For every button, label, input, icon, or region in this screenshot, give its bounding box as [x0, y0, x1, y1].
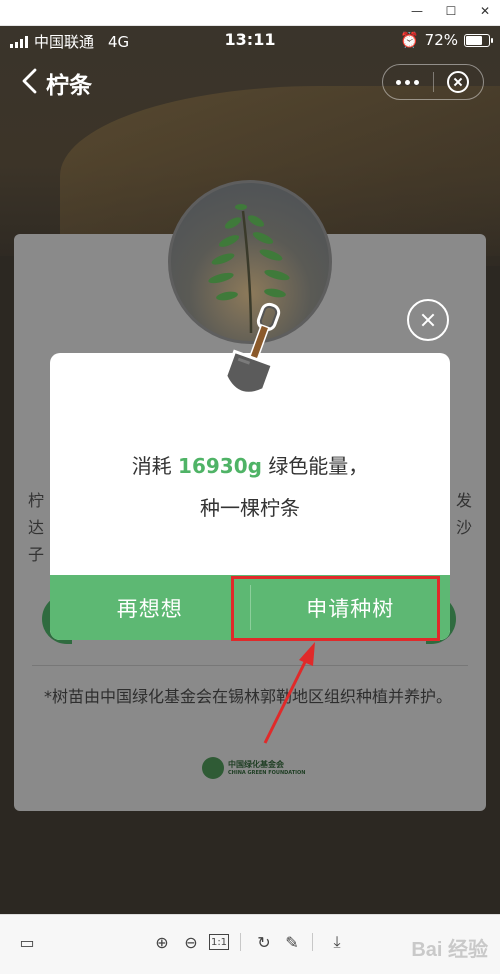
foundation-name-en: CHINA GREEN FOUNDATION — [228, 770, 306, 776]
highlight-box — [231, 576, 440, 641]
toolbar-divider — [240, 933, 241, 951]
page-title: 柠条 — [46, 73, 92, 99]
arrow-annotation-icon — [263, 642, 315, 744]
exit-icon — [447, 71, 470, 93]
toolbar-divider — [312, 933, 313, 951]
dialog-message: 消耗 16930g 绿色能量， 种一棵柠条 — [50, 445, 450, 529]
card-text-fragment: 柠 — [28, 491, 45, 510]
battery-icon — [464, 33, 493, 47]
maximize-icon[interactable]: ☐ — [444, 4, 458, 18]
phone-screen: 中国联通 4G 13:11 ⏰ 72% 柠条 柠 发 达 沙 子 *树苗由中国绿… — [0, 26, 500, 914]
card-text-fragment: 发 — [455, 491, 472, 510]
status-bar: 中国联通 4G 13:11 ⏰ 72% — [0, 26, 500, 56]
minimize-icon[interactable]: — — [410, 4, 424, 18]
nav-bar: 柠条 — [0, 56, 500, 108]
dialog-text-prefix: 消耗 — [131, 454, 172, 478]
cancel-button[interactable]: 再想想 — [50, 575, 250, 640]
card-divider — [32, 665, 468, 666]
shovel-icon — [224, 302, 281, 395]
download-icon[interactable]: ⤓ — [326, 931, 348, 953]
zoom-in-icon[interactable]: ⊕ — [151, 931, 173, 953]
image-viewer-toolbar: ▭ ⊕ ⊖ 1:1 ↻ ✎ ⤓ Bai 经验 — [0, 914, 500, 974]
dialog-text-suffix: 绿色能量， — [268, 454, 369, 478]
zoom-out-icon[interactable]: ⊖ — [180, 931, 202, 953]
window-titlebar: — ☐ ✕ — [0, 0, 500, 26]
card-text-fragment: 达 — [28, 518, 45, 537]
foundation-logo: 中国绿化基金会 CHINA GREEN FOUNDATION — [202, 757, 305, 779]
foundation-logo-icon — [202, 757, 224, 779]
mini-program-capsule — [382, 64, 484, 100]
planting-note: *树苗由中国绿化基金会在锡林郭勒地区组织种植并养护。 — [44, 687, 453, 706]
watermark: Bai 经验 — [411, 939, 488, 961]
dialog-close-button[interactable] — [407, 299, 449, 341]
energy-amount: 16930g — [178, 454, 262, 478]
alarm-icon: ⏰ — [399, 31, 419, 49]
battery-percent: 72% — [424, 31, 458, 49]
more-icon[interactable] — [383, 64, 433, 100]
foundation-name-cn: 中国绿化基金会 — [228, 760, 284, 769]
close-window-icon[interactable]: ✕ — [478, 4, 492, 18]
dialog-text-line2: 种一棵柠条 — [200, 496, 300, 520]
exit-button[interactable] — [433, 64, 483, 100]
rotate-icon[interactable]: ↻ — [253, 931, 275, 953]
actual-size-icon[interactable]: 1:1 — [209, 934, 229, 950]
back-icon[interactable] — [20, 68, 40, 94]
card-text-fragment: 沙 — [455, 518, 472, 537]
card-text-fragment: 子 — [28, 545, 45, 564]
panel-icon[interactable]: ▭ — [16, 931, 38, 953]
edit-icon[interactable]: ✎ — [281, 931, 303, 953]
